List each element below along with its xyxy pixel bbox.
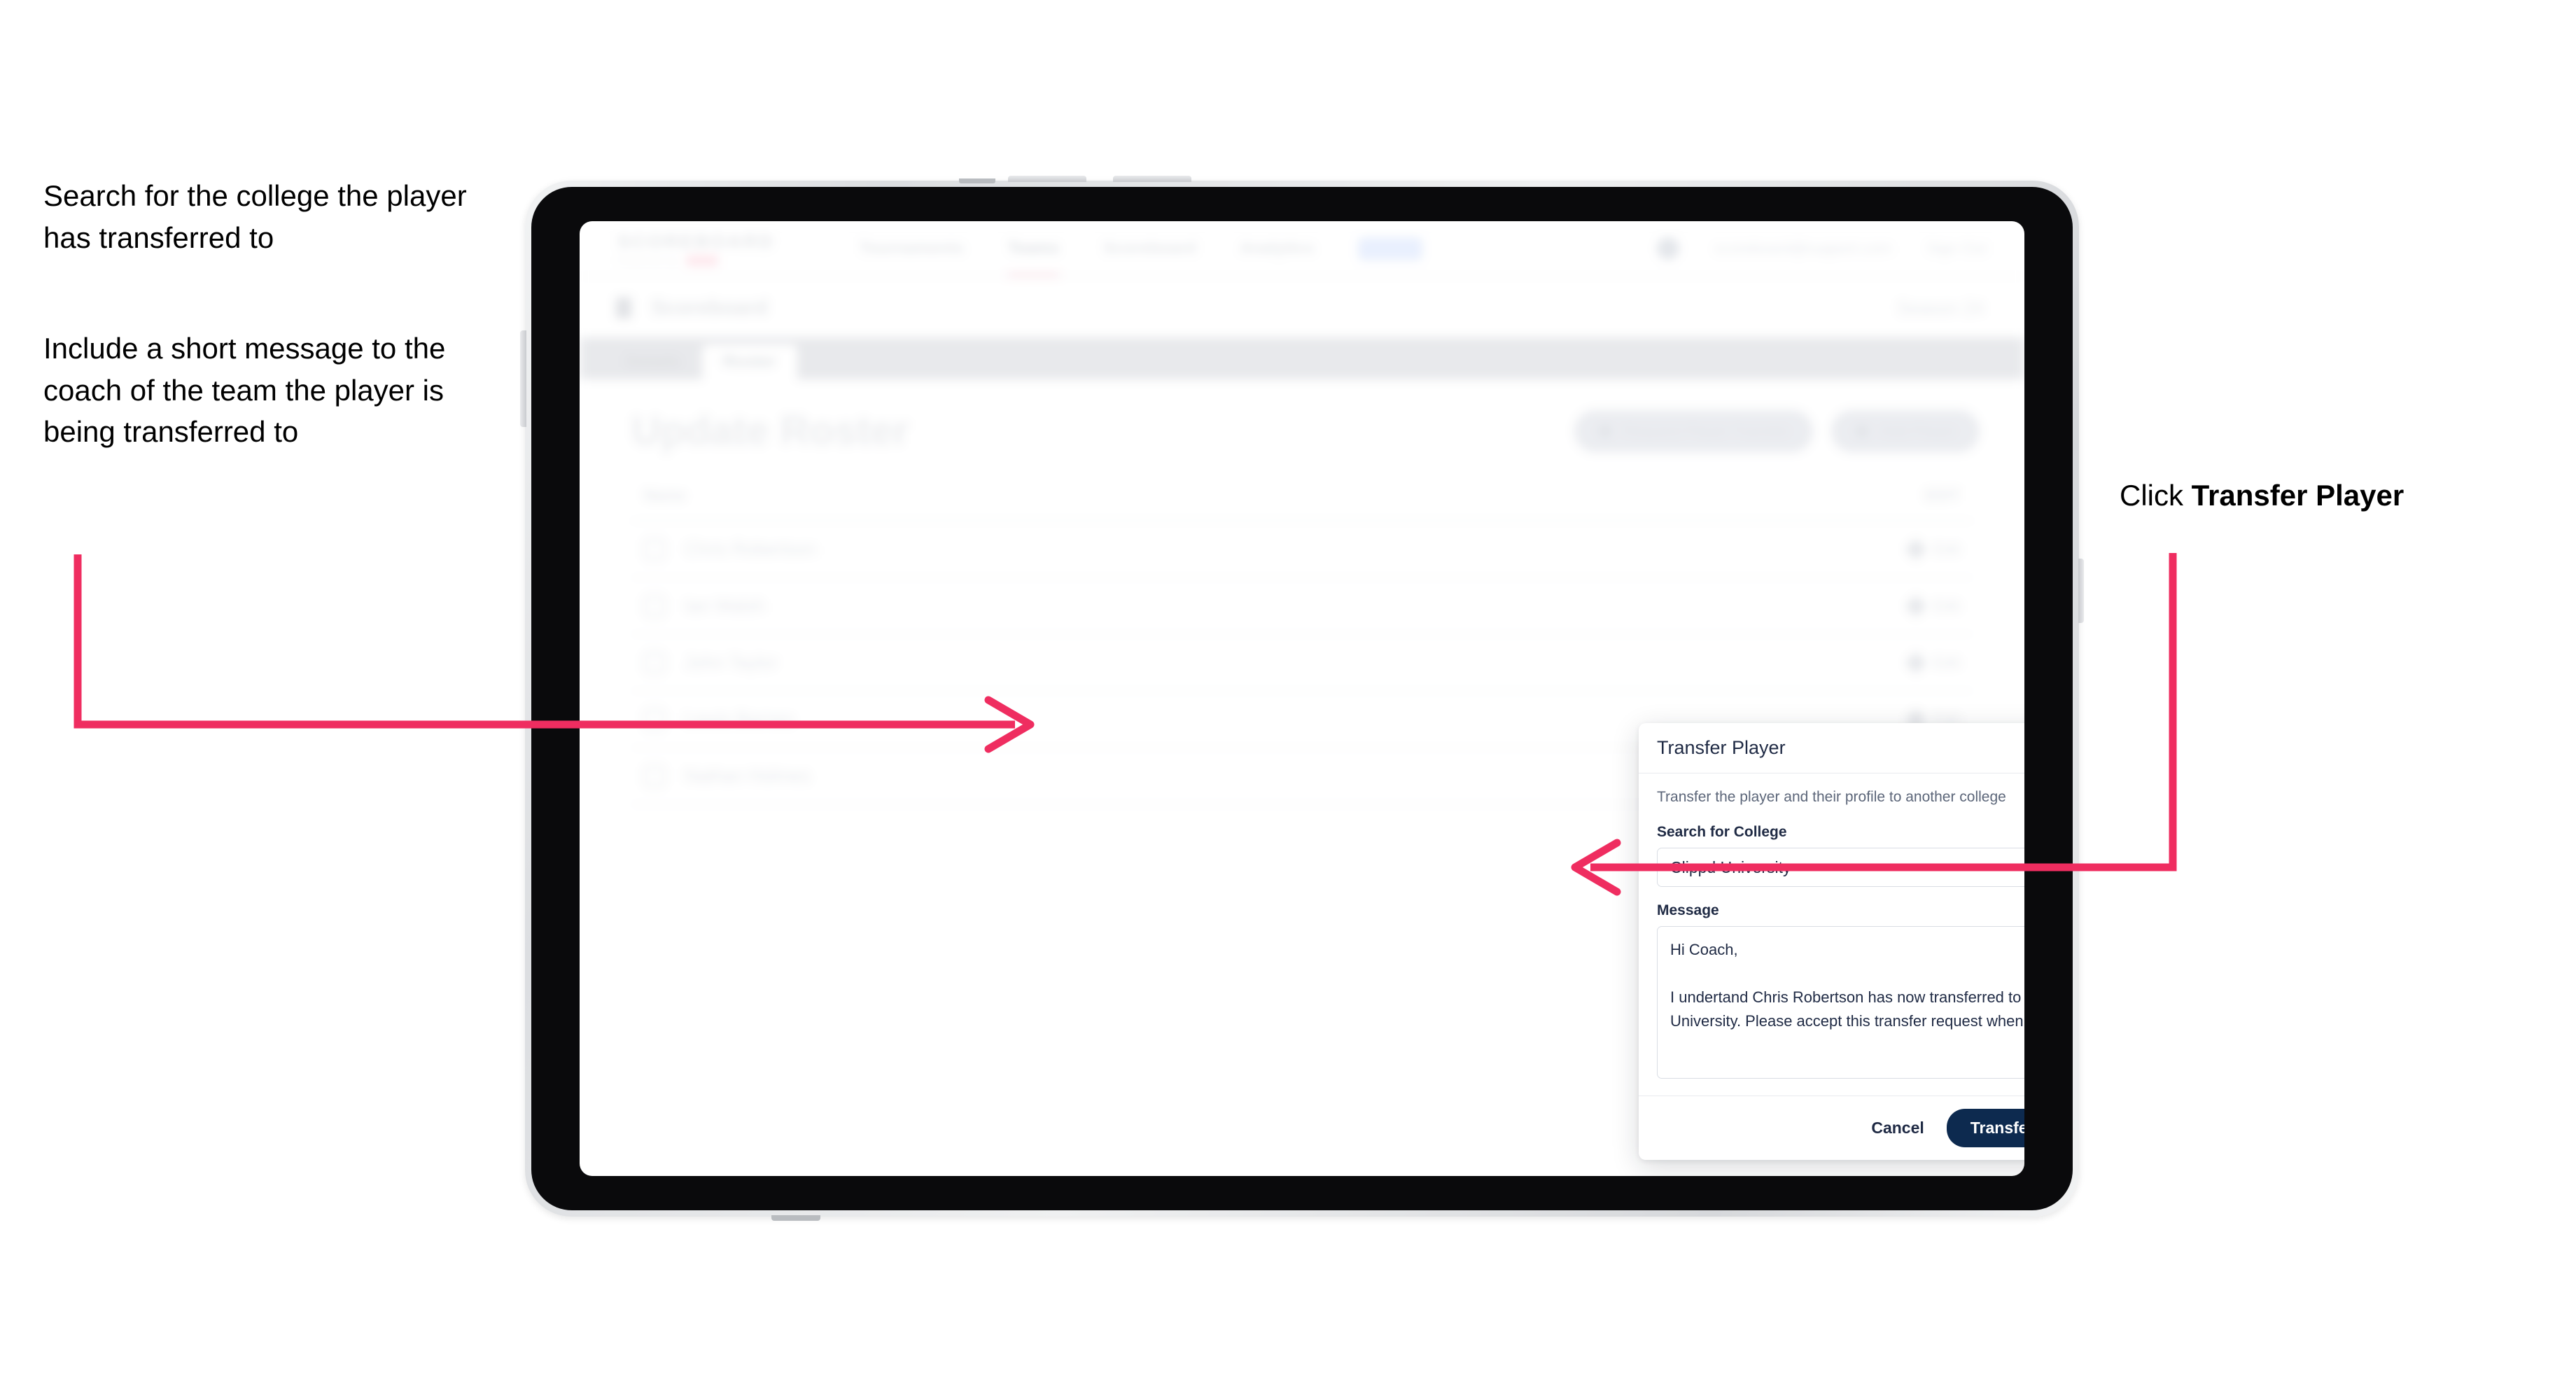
breadcrumb-right-text: Season 24 <box>1896 297 1984 318</box>
brand-subline: Powered by <box>617 255 775 266</box>
tab-details[interactable]: Details <box>605 344 702 379</box>
annotation-click-bold: Transfer Player <box>2191 479 2404 512</box>
row-player-name: Chris Robertson <box>685 538 816 559</box>
pencil-icon <box>1905 651 1927 674</box>
pencil-icon <box>1905 538 1927 561</box>
tablet-bottom-nub <box>771 1215 820 1221</box>
page-title: Update Roster <box>631 408 909 454</box>
row-edit-action[interactable]: Edit <box>1905 651 1960 674</box>
transfer-player-dialog: Transfer Player Transfer the player and … <box>1639 723 2024 1160</box>
app-logo[interactable]: SCOREBOARD Powered by <box>617 231 775 266</box>
app-nav-links: Tournaments Teams Scoreboard Analytics <box>859 237 1422 276</box>
message-textarea[interactable]: Hi Coach, I undertand Chris Robertson ha… <box>1657 926 2024 1079</box>
transfer-icon <box>1598 424 1613 438</box>
column-header-edit: EDIT <box>1924 486 1960 504</box>
row-checkbox[interactable] <box>644 538 665 560</box>
side-connector <box>2078 559 2084 623</box>
annotation-search-college: Search for the college the player has tr… <box>43 179 467 254</box>
row-edit-label: Edit <box>1933 596 1960 615</box>
nav-badge-beta[interactable] <box>1357 237 1422 260</box>
screenshot-stage: Search for the college the player has tr… <box>0 0 2576 1386</box>
tablet-device-mockup: SCOREBOARD Powered by Tournaments Teams … <box>520 176 2084 1221</box>
dialog-description: Transfer the player and their profile to… <box>1657 789 2006 805</box>
table-row[interactable]: Chris Robertson Edit <box>631 522 1973 578</box>
annotation-click-prefix: Click <box>2120 479 2192 512</box>
annotation-click-transfer-player: Click Transfer Player <box>2120 475 2512 517</box>
add-player-button[interactable]: Add Player <box>1831 410 1980 452</box>
volume-down-button[interactable] <box>1113 176 1191 182</box>
row-edit-action[interactable]: Edit <box>1905 538 1960 561</box>
row-player-name: Lewis Barnes <box>685 708 794 729</box>
nav-user-email: scoreboard@support.com <box>1714 239 1892 257</box>
search-college-input[interactable]: Clippd University <box>1657 848 2024 887</box>
annotation-include-message: Include a short message to the coach of … <box>43 332 446 449</box>
tablet-screen: SCOREBOARD Powered by Tournaments Teams … <box>580 221 2024 1176</box>
row-player-name: Nathan Holmes <box>685 765 811 786</box>
roster-table-header: Name EDIT <box>631 486 1973 522</box>
row-checkbox[interactable] <box>644 595 665 617</box>
table-row[interactable]: John Taylor Edit <box>631 635 1973 692</box>
sign-out-link[interactable]: Sign Out <box>1926 239 1987 258</box>
dialog-body: Transfer the player and their profile to… <box>1639 774 2024 1096</box>
volume-up-button[interactable] <box>1008 176 1086 182</box>
app-nav-right: scoreboard@support.com Sign Out <box>1656 237 1987 260</box>
row-checkbox[interactable] <box>644 765 665 787</box>
row-checkbox[interactable] <box>644 708 665 730</box>
search-college-label: Search for College <box>1657 824 1787 840</box>
dialog-title: Transfer Player <box>1657 737 1786 758</box>
avatar[interactable] <box>1656 237 1679 260</box>
brand-wordmark: SCOREBOARD <box>617 231 776 252</box>
transfer-player-button[interactable]: Transfer Player <box>1946 1109 2024 1147</box>
row-player-name: Ian Walsh <box>685 595 765 616</box>
plus-icon <box>1855 424 1870 438</box>
nav-link-analytics[interactable]: Analytics <box>1240 239 1315 258</box>
row-checkbox[interactable] <box>644 652 665 673</box>
tab-roster[interactable]: Roster <box>701 344 797 379</box>
breadcrumb-text[interactable]: Scoreboard <box>651 296 768 320</box>
tablet-antenna-nub <box>959 178 995 183</box>
page-header: Update Roster Request Player Transfer Ad… <box>580 379 2024 454</box>
nav-link-scoreboard[interactable]: Scoreboard <box>1103 239 1196 258</box>
pencil-icon <box>1905 594 1927 617</box>
brand-sub-text: Powered by <box>617 255 680 266</box>
dialog-footer: Cancel Transfer Player <box>1639 1096 2024 1160</box>
breadcrumb-icon <box>616 298 631 318</box>
page-action-buttons: Request Player Transfer Add Player <box>1574 410 1980 452</box>
dialog-header: Transfer Player <box>1639 723 2024 774</box>
cancel-button[interactable]: Cancel <box>1867 1112 1928 1144</box>
message-label: Message <box>1657 902 1719 918</box>
nav-link-teams[interactable]: Teams <box>1007 239 1060 276</box>
request-player-transfer-button[interactable]: Request Player Transfer <box>1574 410 1814 452</box>
nav-link-tournaments[interactable]: Tournaments <box>859 239 964 258</box>
app-sub-tabs: Details Roster <box>580 337 2024 379</box>
power-button[interactable] <box>520 330 526 427</box>
column-header-name: Name <box>644 486 686 504</box>
app-top-navbar: SCOREBOARD Powered by Tournaments Teams … <box>580 221 2024 277</box>
row-edit-label: Edit <box>1933 653 1960 671</box>
breadcrumb: Scoreboard Season 24 <box>580 279 2024 337</box>
table-row[interactable]: Ian Walsh Edit <box>631 578 1973 635</box>
request-transfer-label: Request Player Transfer <box>1623 421 1790 440</box>
row-edit-action[interactable]: Edit <box>1905 594 1960 617</box>
brand-sub-badge <box>685 255 718 266</box>
add-player-label: Add Player <box>1880 421 1956 440</box>
row-edit-label: Edit <box>1933 540 1960 558</box>
row-player-name: John Taylor <box>685 652 778 673</box>
